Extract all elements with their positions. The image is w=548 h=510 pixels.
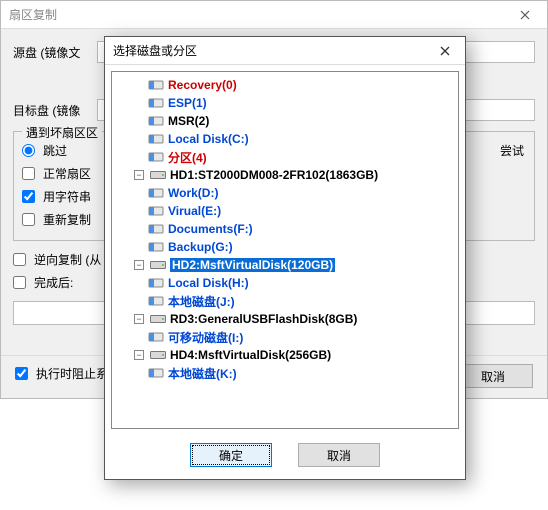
close-icon (520, 10, 530, 20)
target-label: 目标盘 (镜像 (13, 102, 93, 119)
collapse-toggle[interactable]: − (134, 350, 144, 360)
retry-label: 尝试 (500, 142, 524, 159)
tree-item-label: HD2:MsftVirtualDisk(120GB) (170, 258, 335, 272)
tree-item-label: HD4:MsftVirtualDisk(256GB) (170, 348, 331, 362)
tree-item-label: Local Disk(H:) (168, 276, 249, 290)
tree-item-label: Documents(F:) (168, 222, 253, 236)
partition-icon (148, 79, 164, 91)
tree-partition-item[interactable]: Recovery(0) (112, 76, 458, 94)
tree-partition-item[interactable]: MSR(2) (112, 112, 458, 130)
disk-icon (150, 259, 166, 271)
modal-cancel-button[interactable]: 取消 (298, 443, 380, 467)
modal-close-button[interactable] (425, 37, 465, 65)
modal-titlebar: 选择磁盘或分区 (105, 37, 465, 65)
tree-partition-item[interactable]: 可移动磁盘(I:) (112, 328, 458, 346)
tree-partition-item[interactable]: Local Disk(H:) (112, 274, 458, 292)
tree-disk-item[interactable]: − HD4:MsftVirtualDisk(256GB) (112, 346, 458, 364)
skip-label: 跳过 (43, 142, 67, 159)
tree-disk-item[interactable]: − RD3:GeneralUSBFlashDisk(8GB) (112, 310, 458, 328)
tree-item-label: Backup(G:) (168, 240, 233, 254)
tree-item-label: ESP(1) (168, 96, 207, 110)
close-icon (440, 46, 450, 56)
tree-partition-item[interactable]: Virual(E:) (112, 202, 458, 220)
disk-tree[interactable]: Recovery(0) ESP(1) MSR(2) Local Disk(C:) 分区(… (111, 71, 459, 429)
tree-partition-item[interactable]: 分区(4) (112, 148, 458, 166)
partition-icon (148, 115, 164, 127)
tree-item-label: 本地磁盘(J:) (168, 293, 235, 310)
partition-icon (148, 151, 164, 163)
partition-icon (148, 295, 164, 307)
tree-partition-item[interactable]: 本地磁盘(K:) (112, 364, 458, 382)
skip-radio[interactable] (22, 144, 35, 157)
tree-partition-item[interactable]: Local Disk(C:) (112, 130, 458, 148)
reverse-label: 逆向复制 (从 (34, 251, 101, 268)
collapse-toggle[interactable]: − (134, 314, 144, 324)
partition-icon (148, 187, 164, 199)
reverse-checkbox[interactable] (13, 253, 26, 266)
tree-item-label: MSR(2) (168, 114, 209, 128)
parent-title: 扇区复制 (9, 6, 503, 23)
tree-disk-item[interactable]: − HD1:ST2000DM008-2FR102(1863GB) (112, 166, 458, 184)
modal-button-row: 确定 取消 (105, 435, 465, 479)
parent-titlebar: 扇区复制 (1, 1, 547, 29)
partition-icon (148, 205, 164, 217)
tree-partition-item[interactable]: ESP(1) (112, 94, 458, 112)
tree-item-label: 分区(4) (168, 149, 207, 166)
group-title: 遇到坏扇区区 (22, 124, 102, 141)
normal-sector-label: 正常扇区 (43, 165, 91, 182)
tree-partition-item[interactable]: 本地磁盘(J:) (112, 292, 458, 310)
recopy-checkbox[interactable] (22, 213, 35, 226)
partition-icon (148, 133, 164, 145)
collapse-toggle[interactable]: − (134, 170, 144, 180)
disk-icon (150, 313, 166, 325)
partition-icon (148, 367, 164, 379)
after-label: 完成后: (34, 274, 73, 291)
tree-disk-item[interactable]: − HD2:MsftVirtualDisk(120GB) (112, 256, 458, 274)
tree-partition-item[interactable]: Backup(G:) (112, 238, 458, 256)
normal-sector-checkbox[interactable] (22, 167, 35, 180)
after-checkbox[interactable] (13, 276, 26, 289)
partition-icon (148, 97, 164, 109)
partition-icon (148, 223, 164, 235)
select-disk-dialog: 选择磁盘或分区 Recovery(0) ESP(1) MSR(2) Local Dis… (104, 36, 466, 480)
usechar-checkbox[interactable] (22, 190, 35, 203)
prevent-sleep-checkbox[interactable] (15, 367, 28, 380)
tree-item-label: Work(D:) (168, 186, 218, 200)
disk-icon (150, 169, 166, 181)
modal-title: 选择磁盘或分区 (113, 42, 425, 59)
tree-item-label: 可移动磁盘(I:) (168, 329, 243, 346)
partition-icon (148, 331, 164, 343)
parent-close-button[interactable] (503, 1, 547, 29)
tree-item-label: RD3:GeneralUSBFlashDisk(8GB) (170, 312, 357, 326)
tree-item-label: Recovery(0) (168, 78, 237, 92)
usechar-label: 用字符串 (43, 188, 91, 205)
tree-item-label: HD1:ST2000DM008-2FR102(1863GB) (170, 168, 378, 182)
tree-item-label: 本地磁盘(K:) (168, 365, 237, 382)
recopy-label: 重新复制 (43, 211, 91, 228)
partition-icon (148, 277, 164, 289)
tree-item-label: Virual(E:) (168, 204, 221, 218)
tree-item-label: Local Disk(C:) (168, 132, 249, 146)
ok-button[interactable]: 确定 (190, 443, 272, 467)
partition-icon (148, 241, 164, 253)
disk-icon (150, 349, 166, 361)
tree-partition-item[interactable]: Work(D:) (112, 184, 458, 202)
tree-partition-item[interactable]: Documents(F:) (112, 220, 458, 238)
source-label: 源盘 (镜像文 (13, 44, 93, 61)
collapse-toggle[interactable]: − (134, 260, 144, 270)
